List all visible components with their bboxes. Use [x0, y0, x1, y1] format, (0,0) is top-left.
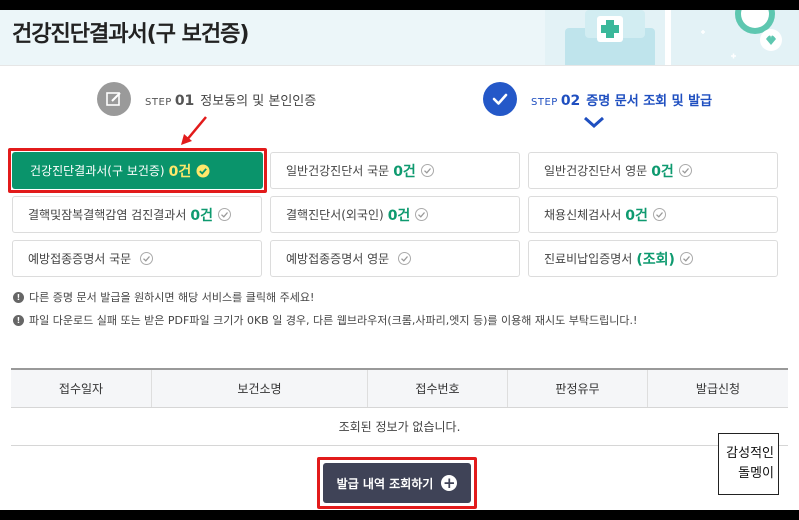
doc-name: 건강진단결과서(구 보건증)	[30, 164, 165, 178]
check-circle-icon	[678, 164, 692, 177]
doc-count: (조회)	[636, 251, 675, 268]
doc-name: 예방접종증명서 국문	[28, 252, 132, 266]
check-circle-icon	[140, 252, 154, 265]
doc-name: 일반건강진단서 국문	[286, 164, 390, 178]
bottom-black-bar	[0, 510, 799, 520]
step-2-label: 증명 문서 조회 및 발급	[586, 93, 713, 109]
step-1-word: STEP	[145, 96, 172, 108]
doc-count: 0건	[393, 163, 416, 180]
column-header: 보건소명	[152, 370, 368, 407]
doc-name: 채용신체검사서	[544, 208, 622, 222]
page-header-banner: 건강진단결과서(구 보건증)	[0, 10, 799, 65]
check-circle-icon	[218, 208, 232, 221]
issuance-table: 접수일자 보건소명 접수번호 판정유무 발급신청 조회된 정보가 없습니다.	[11, 368, 788, 446]
doc-general-health-english[interactable]: 일반건강진단서 영문 0건	[528, 152, 778, 189]
red-arrow-annotation	[181, 116, 207, 145]
column-header: 접수일자	[11, 370, 152, 407]
query-button-label: 발급 내역 조회하기	[336, 476, 434, 491]
doc-name: 결핵및잠복결핵감염 검진결과서	[28, 208, 187, 222]
column-header: 접수번호	[368, 370, 508, 407]
watermark-line-1: 감성적인	[726, 446, 774, 461]
doc-count: 0건	[387, 207, 411, 224]
step-1-number: 01	[174, 92, 195, 109]
column-header: 발급신청	[695, 382, 741, 396]
top-black-bar	[0, 0, 799, 10]
doc-name: 일반건강진단서 영문	[544, 164, 648, 178]
step-2-word: STEP	[531, 96, 558, 108]
notice-2: ! 파일 다운로드 실패 또는 받은 PDF파일 크기가 0KB 일 경우, 다…	[13, 312, 637, 328]
issuance-history-query-button[interactable]: 발급 내역 조회하기 +	[323, 463, 471, 503]
doc-vaccination-english[interactable]: 예방접종증명서 영문	[270, 240, 520, 277]
exclamation-circle-icon: !	[13, 291, 24, 303]
medical-illustration-icon	[545, 10, 799, 65]
check-circle-icon	[398, 252, 412, 265]
check-circle-icon	[652, 208, 666, 221]
chevron-down-icon	[584, 116, 604, 128]
doc-count: 0건	[625, 207, 648, 224]
doc-count: 0건	[168, 163, 192, 180]
doc-medical-payment[interactable]: 진료비납입증명서 (조회)	[528, 240, 778, 277]
check-circle-icon	[679, 252, 693, 265]
doc-count: 0건	[651, 163, 674, 180]
step-1-label: 정보동의 및 본인인증	[200, 93, 317, 109]
plus-circle-icon: +	[441, 473, 458, 492]
doc-employment-physical[interactable]: 채용신체검사서 0건	[528, 196, 778, 233]
notice-text: 파일 다운로드 실패 또는 받은 PDF파일 크기가 0KB 일 경우, 다른 …	[29, 314, 638, 327]
page-title: 건강진단결과서(구 보건증)	[12, 22, 249, 47]
doc-general-health-korean[interactable]: 일반건강진단서 국문 0건	[270, 152, 520, 189]
doc-health-certificate[interactable]: 건강진단결과서(구 보건증) 0건	[12, 152, 263, 189]
check-circle-icon	[420, 164, 434, 177]
check-icon	[483, 82, 517, 116]
doc-name: 결핵진단서(외국인)	[286, 208, 384, 222]
doc-count: 0건	[190, 207, 214, 224]
doc-tuberculosis-foreigner[interactable]: 결핵진단서(외국인) 0건	[270, 196, 520, 233]
exclamation-circle-icon: !	[13, 314, 24, 326]
doc-vaccination-korean[interactable]: 예방접종증명서 국문	[12, 240, 262, 277]
step-1: STEP 01 정보동의 및 본인인증	[97, 82, 316, 116]
column-header: 판정유무	[508, 370, 648, 407]
watermark-line-2: 돌멩이	[738, 466, 774, 481]
watermark-label: 감성적인 돌멩이	[718, 433, 779, 495]
doc-name: 예방접종증명서 영문	[286, 252, 390, 266]
check-circle-icon	[415, 208, 429, 221]
pencil-edit-icon	[97, 82, 131, 116]
step-2-number: 02	[560, 92, 581, 109]
notice-1: ! 다른 증명 문서 발급을 원하시면 해당 서비스를 클릭해 주세요!	[13, 289, 314, 305]
table-header: 접수일자 보건소명 접수번호 판정유무 발급신청	[11, 370, 788, 408]
notice-text: 다른 증명 문서 발급을 원하시면 해당 서비스를 클릭해 주세요!	[29, 291, 315, 304]
check-circle-icon	[196, 164, 210, 178]
table-empty-row: 조회된 정보가 없습니다.	[11, 408, 788, 446]
header-divider	[0, 65, 799, 66]
doc-tuberculosis-exam[interactable]: 결핵및잠복결핵감염 검진결과서 0건	[12, 196, 262, 233]
step-2: STEP 02 증명 문서 조회 및 발급	[483, 82, 712, 116]
doc-name: 진료비납입증명서	[544, 252, 633, 266]
